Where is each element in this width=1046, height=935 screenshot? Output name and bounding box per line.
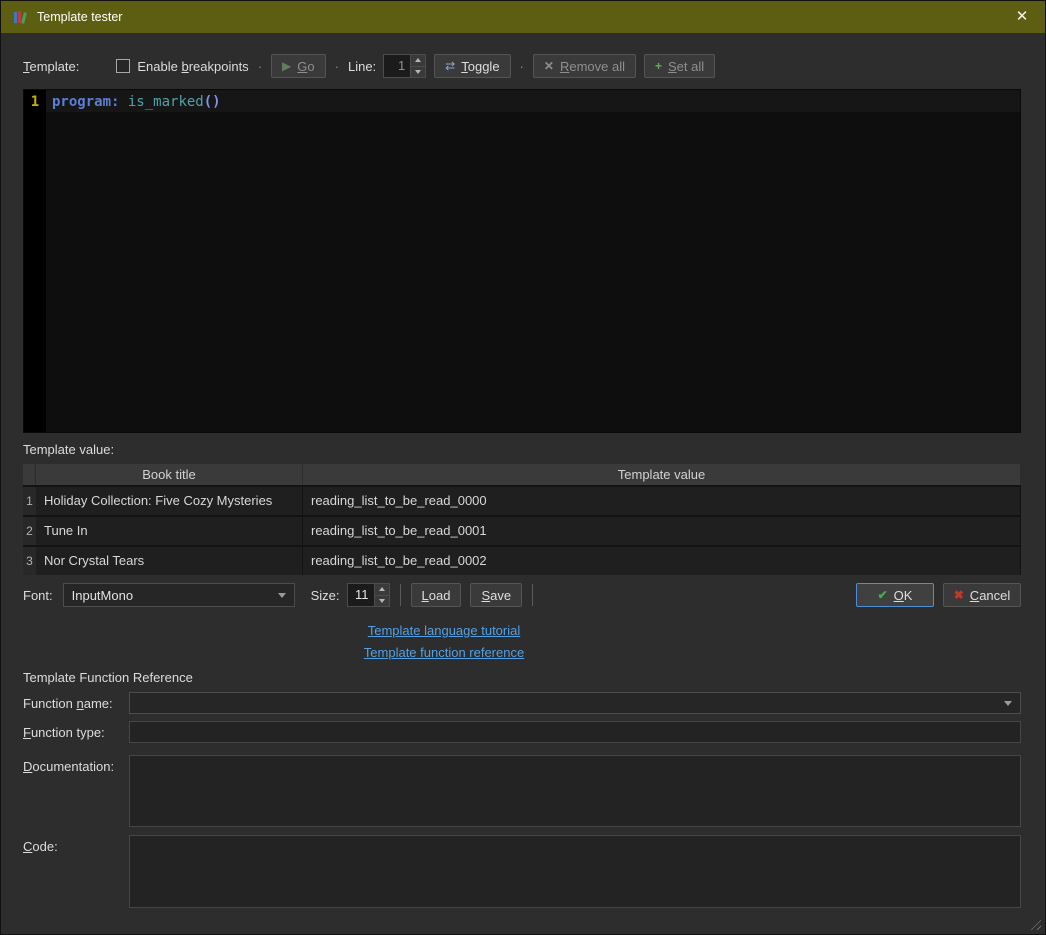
close-icon[interactable]: ✕	[1011, 1, 1033, 33]
go-button-label: Go	[297, 59, 314, 74]
row-number: 1	[23, 487, 36, 515]
template-value-cell: reading_list_to_be_read_0000	[303, 487, 1021, 515]
column-header-book-title[interactable]: Book title	[36, 464, 303, 485]
book-title-cell: Nor Crystal Tears	[36, 547, 303, 575]
remove-all-button-label: Remove all	[560, 59, 625, 74]
editor-line-number-gutter: 1	[24, 90, 46, 432]
template-editor[interactable]: 1 program: is_marked()	[23, 89, 1021, 433]
line-spinner[interactable]: 1	[383, 54, 426, 78]
table-row[interactable]: 3 Nor Crystal Tears reading_list_to_be_r…	[23, 545, 1021, 575]
toggle-breakpoint-icon: ⇄	[445, 60, 455, 72]
documentation-row: Documentation:	[1, 755, 1045, 827]
check-icon: ✔	[878, 589, 888, 601]
toggle-button[interactable]: ⇄ Toggle	[434, 54, 510, 78]
font-bar: Font: InputMono Size: 11 Load Save ✔ OK …	[23, 582, 1021, 608]
size-label: Size:	[311, 588, 340, 603]
line-number: 1	[24, 90, 46, 112]
column-header-template-value[interactable]: Template value	[303, 464, 1021, 485]
book-title-cell: Holiday Collection: Five Cozy Mysteries	[36, 487, 303, 515]
code-parens: ()	[204, 94, 221, 110]
template-label: Template:	[23, 59, 79, 74]
save-button[interactable]: Save	[470, 583, 522, 607]
window-title: Template tester	[37, 10, 122, 24]
table-corner-cell	[23, 464, 36, 485]
function-type-label: Function type:	[23, 721, 129, 740]
function-name-row: Function name:	[1, 692, 1045, 714]
documentation-textarea[interactable]	[129, 755, 1021, 827]
remove-all-button[interactable]: ✕ Remove all	[533, 54, 636, 78]
editor-code-line: program: is_marked()	[46, 90, 1020, 112]
code-keyword: program:	[52, 94, 119, 110]
font-label: Font:	[23, 588, 53, 603]
documentation-label: Documentation:	[23, 755, 129, 774]
x-icon: ✖	[954, 589, 964, 601]
size-spinner[interactable]: 11	[347, 583, 390, 607]
editor-code-area[interactable]: program: is_marked()	[46, 90, 1020, 432]
spin-up-icon[interactable]	[375, 584, 389, 595]
save-button-label: Save	[481, 588, 511, 603]
set-all-button[interactable]: + Set all	[644, 54, 715, 78]
template-value-cell: reading_list_to_be_read_0001	[303, 517, 1021, 545]
template-tester-window: Template tester ✕ Template: Enable break…	[0, 0, 1046, 935]
load-button-label: Load	[422, 588, 451, 603]
code-label: Code:	[23, 835, 129, 854]
enable-breakpoints-label[interactable]: Enable breakpoints	[137, 59, 248, 74]
row-number: 2	[23, 517, 36, 545]
cancel-button-label: Cancel	[970, 588, 1010, 603]
template-value-cell: reading_list_to_be_read_0002	[303, 547, 1021, 575]
cancel-button[interactable]: ✖ Cancel	[943, 583, 1021, 607]
results-table: Book title Template value 1 Holiday Coll…	[23, 464, 1021, 575]
resize-grip[interactable]	[1028, 917, 1041, 930]
line-spinner-arrows	[410, 55, 425, 77]
titlebar: Template tester ✕	[1, 1, 1045, 33]
size-spinner-arrows	[374, 584, 389, 606]
code-row: Code:	[1, 835, 1045, 908]
chevron-down-icon	[278, 593, 286, 598]
spin-down-icon[interactable]	[411, 66, 425, 78]
separator-dot: ·	[335, 59, 339, 74]
set-all-button-label: Set all	[668, 59, 704, 74]
go-button[interactable]: ▶ Go	[271, 54, 326, 78]
table-row[interactable]: 1 Holiday Collection: Five Cozy Mysterie…	[23, 485, 1021, 515]
function-type-field[interactable]	[129, 721, 1021, 743]
links-row: Template language tutorial	[1, 623, 887, 638]
book-title-cell: Tune In	[36, 517, 303, 545]
font-family-value: InputMono	[72, 588, 133, 603]
template-function-reference-link[interactable]: Template function reference	[364, 645, 524, 660]
enable-breakpoints-checkbox[interactable]	[116, 59, 130, 73]
toolbar: Template: Enable breakpoints · ▶ Go · Li…	[23, 53, 1021, 79]
template-value-label: Template value:	[23, 442, 1021, 457]
line-value: 1	[384, 55, 410, 77]
spin-down-icon[interactable]	[375, 595, 389, 607]
table-row[interactable]: 2 Tune In reading_list_to_be_read_0001	[23, 515, 1021, 545]
toggle-button-label: Toggle	[461, 59, 499, 74]
line-label: Line:	[348, 59, 376, 74]
row-number: 3	[23, 547, 36, 575]
function-type-row: Function type:	[1, 721, 1045, 743]
template-language-tutorial-link[interactable]: Template language tutorial	[368, 623, 521, 638]
separator	[400, 584, 401, 606]
separator	[532, 584, 533, 606]
ok-button[interactable]: ✔ OK	[856, 583, 934, 607]
remove-all-x-icon: ✕	[544, 60, 554, 72]
ok-button-label: OK	[894, 588, 913, 603]
code-space	[119, 94, 127, 110]
function-reference-heading: Template Function Reference	[23, 670, 1021, 685]
code-function-name: is_marked	[128, 94, 204, 110]
play-icon: ▶	[282, 60, 291, 72]
template-tester-icon	[13, 9, 29, 25]
load-button[interactable]: Load	[411, 583, 462, 607]
spin-up-icon[interactable]	[411, 55, 425, 66]
chevron-down-icon	[1004, 701, 1012, 706]
plus-icon: +	[655, 60, 662, 72]
separator-dot: ·	[258, 59, 262, 74]
font-family-select[interactable]: InputMono	[63, 583, 295, 607]
links-row: Template function reference	[1, 645, 887, 660]
code-textarea[interactable]	[129, 835, 1021, 908]
size-value: 11	[348, 584, 374, 606]
function-name-select[interactable]	[129, 692, 1021, 714]
results-table-header: Book title Template value	[23, 464, 1021, 485]
function-name-label: Function name:	[23, 692, 129, 711]
separator-dot: ·	[520, 59, 524, 74]
